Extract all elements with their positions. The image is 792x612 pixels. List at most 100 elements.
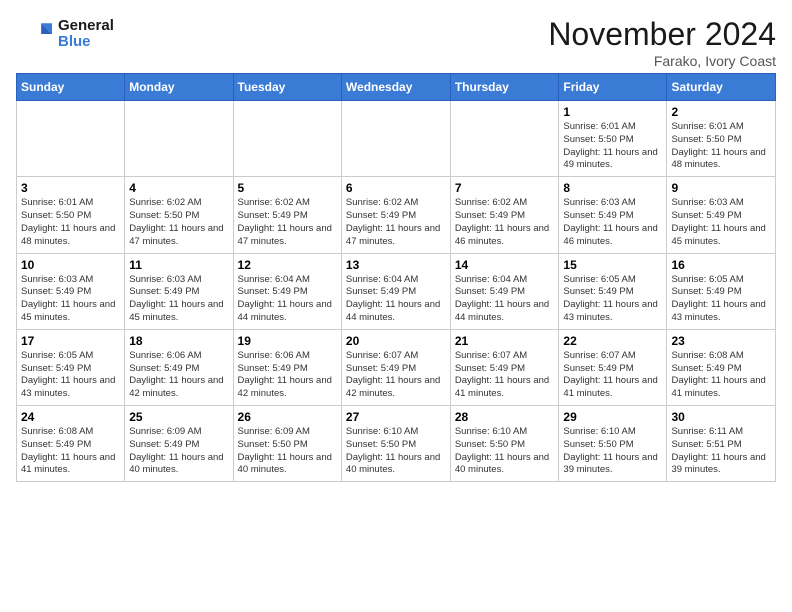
col-header-saturday: Saturday xyxy=(667,74,776,101)
day-info: Sunrise: 6:11 AMSunset: 5:51 PMDaylight:… xyxy=(671,426,771,477)
logo: General Blue xyxy=(16,16,114,52)
day-number: 20 xyxy=(346,334,446,348)
calendar-cell xyxy=(450,101,559,177)
day-number: 15 xyxy=(563,258,662,272)
day-info: Sunrise: 6:04 AMSunset: 5:49 PMDaylight:… xyxy=(238,274,337,325)
calendar-cell xyxy=(233,101,341,177)
day-number: 11 xyxy=(129,258,228,272)
calendar: SundayMondayTuesdayWednesdayThursdayFrid… xyxy=(16,73,776,482)
calendar-week-row: 17Sunrise: 6:05 AMSunset: 5:49 PMDayligh… xyxy=(17,329,776,405)
day-number: 9 xyxy=(671,181,771,195)
day-info: Sunrise: 6:04 AMSunset: 5:49 PMDaylight:… xyxy=(346,274,446,325)
calendar-cell: 7 Sunrise: 6:02 AMSunset: 5:49 PMDaylight… xyxy=(450,177,559,253)
calendar-cell: 15 Sunrise: 6:05 AMSunset: 5:49 PMDayligh… xyxy=(559,253,667,329)
day-number: 5 xyxy=(238,181,337,195)
col-header-friday: Friday xyxy=(559,74,667,101)
day-info: Sunrise: 6:07 AMSunset: 5:49 PMDaylight:… xyxy=(346,350,446,401)
day-number: 22 xyxy=(563,334,662,348)
col-header-thursday: Thursday xyxy=(450,74,559,101)
day-number: 19 xyxy=(238,334,337,348)
calendar-week-row: 1 Sunrise: 6:01 AMSunset: 5:50 PMDaylight… xyxy=(17,101,776,177)
calendar-week-row: 10 Sunrise: 6:03 AMSunset: 5:49 PMDayligh… xyxy=(17,253,776,329)
day-info: Sunrise: 6:01 AMSunset: 5:50 PMDaylight:… xyxy=(671,121,771,172)
day-number: 23 xyxy=(671,334,771,348)
day-number: 29 xyxy=(563,410,662,424)
day-info: Sunrise: 6:02 AMSunset: 5:50 PMDaylight:… xyxy=(129,197,228,248)
day-number: 10 xyxy=(21,258,120,272)
day-number: 4 xyxy=(129,181,228,195)
day-number: 25 xyxy=(129,410,228,424)
day-info: Sunrise: 6:06 AMSunset: 5:49 PMDaylight:… xyxy=(129,350,228,401)
calendar-cell: 28 Sunrise: 6:10 AMSunset: 5:50 PMDayligh… xyxy=(450,406,559,482)
calendar-cell: 26Sunrise: 6:09 AMSunset: 5:50 PMDayligh… xyxy=(233,406,341,482)
day-info: Sunrise: 6:03 AMSunset: 5:49 PMDaylight:… xyxy=(21,274,120,325)
day-info: Sunrise: 6:05 AMSunset: 5:49 PMDaylight:… xyxy=(671,274,771,325)
day-info: Sunrise: 6:04 AMSunset: 5:49 PMDaylight:… xyxy=(455,274,555,325)
day-info: Sunrise: 6:01 AMSunset: 5:50 PMDaylight:… xyxy=(563,121,662,172)
day-info: Sunrise: 6:03 AMSunset: 5:49 PMDaylight:… xyxy=(671,197,771,248)
calendar-week-row: 3Sunrise: 6:01 AMSunset: 5:50 PMDaylight… xyxy=(17,177,776,253)
day-number: 30 xyxy=(671,410,771,424)
calendar-cell: 9 Sunrise: 6:03 AMSunset: 5:49 PMDaylight… xyxy=(667,177,776,253)
calendar-cell: 25 Sunrise: 6:09 AMSunset: 5:49 PMDayligh… xyxy=(125,406,233,482)
day-number: 7 xyxy=(455,181,555,195)
calendar-header-row: SundayMondayTuesdayWednesdayThursdayFrid… xyxy=(17,74,776,101)
day-number: 8 xyxy=(563,181,662,195)
logo-icon xyxy=(16,16,52,52)
day-number: 1 xyxy=(563,105,662,119)
col-header-monday: Monday xyxy=(125,74,233,101)
header: General Blue November 2024 Farako, Ivory… xyxy=(16,16,776,69)
calendar-cell: 5 Sunrise: 6:02 AMSunset: 5:49 PMDaylight… xyxy=(233,177,341,253)
day-number: 12 xyxy=(238,258,337,272)
calendar-cell: 17Sunrise: 6:05 AMSunset: 5:49 PMDayligh… xyxy=(17,329,125,405)
calendar-cell xyxy=(17,101,125,177)
calendar-cell: 1 Sunrise: 6:01 AMSunset: 5:50 PMDaylight… xyxy=(559,101,667,177)
day-number: 24 xyxy=(21,410,120,424)
day-info: Sunrise: 6:07 AMSunset: 5:49 PMDaylight:… xyxy=(455,350,555,401)
day-info: Sunrise: 6:09 AMSunset: 5:50 PMDaylight:… xyxy=(238,426,337,477)
calendar-cell: 19 Sunrise: 6:06 AMSunset: 5:49 PMDayligh… xyxy=(233,329,341,405)
day-number: 16 xyxy=(671,258,771,272)
col-header-sunday: Sunday xyxy=(17,74,125,101)
calendar-week-row: 24Sunrise: 6:08 AMSunset: 5:49 PMDayligh… xyxy=(17,406,776,482)
calendar-cell: 12 Sunrise: 6:04 AMSunset: 5:49 PMDayligh… xyxy=(233,253,341,329)
title-area: November 2024 Farako, Ivory Coast xyxy=(548,16,776,69)
day-info: Sunrise: 6:10 AMSunset: 5:50 PMDaylight:… xyxy=(455,426,555,477)
day-info: Sunrise: 6:07 AMSunset: 5:49 PMDaylight:… xyxy=(563,350,662,401)
logo-text: General Blue xyxy=(58,18,114,51)
day-number: 2 xyxy=(671,105,771,119)
calendar-cell: 29 Sunrise: 6:10 AMSunset: 5:50 PMDayligh… xyxy=(559,406,667,482)
day-info: Sunrise: 6:02 AMSunset: 5:49 PMDaylight:… xyxy=(346,197,446,248)
calendar-cell: 23 Sunrise: 6:08 AMSunset: 5:49 PMDayligh… xyxy=(667,329,776,405)
day-number: 28 xyxy=(455,410,555,424)
day-info: Sunrise: 6:03 AMSunset: 5:49 PMDaylight:… xyxy=(129,274,228,325)
calendar-cell: 10 Sunrise: 6:03 AMSunset: 5:49 PMDayligh… xyxy=(17,253,125,329)
calendar-cell xyxy=(341,101,450,177)
calendar-cell: 30 Sunrise: 6:11 AMSunset: 5:51 PMDayligh… xyxy=(667,406,776,482)
calendar-cell: 8 Sunrise: 6:03 AMSunset: 5:49 PMDaylight… xyxy=(559,177,667,253)
calendar-cell xyxy=(125,101,233,177)
col-header-wednesday: Wednesday xyxy=(341,74,450,101)
calendar-cell: 20 Sunrise: 6:07 AMSunset: 5:49 PMDayligh… xyxy=(341,329,450,405)
calendar-cell: 18 Sunrise: 6:06 AMSunset: 5:49 PMDayligh… xyxy=(125,329,233,405)
day-number: 13 xyxy=(346,258,446,272)
calendar-cell: 6 Sunrise: 6:02 AMSunset: 5:49 PMDaylight… xyxy=(341,177,450,253)
day-number: 6 xyxy=(346,181,446,195)
calendar-cell: 22 Sunrise: 6:07 AMSunset: 5:49 PMDayligh… xyxy=(559,329,667,405)
day-info: Sunrise: 6:03 AMSunset: 5:49 PMDaylight:… xyxy=(563,197,662,248)
day-info: Sunrise: 6:10 AMSunset: 5:50 PMDaylight:… xyxy=(563,426,662,477)
day-info: Sunrise: 6:10 AMSunset: 5:50 PMDaylight:… xyxy=(346,426,446,477)
day-info: Sunrise: 6:09 AMSunset: 5:49 PMDaylight:… xyxy=(129,426,228,477)
location: Farako, Ivory Coast xyxy=(548,53,776,69)
day-number: 18 xyxy=(129,334,228,348)
day-info: Sunrise: 6:02 AMSunset: 5:49 PMDaylight:… xyxy=(455,197,555,248)
day-info: Sunrise: 6:05 AMSunset: 5:49 PMDaylight:… xyxy=(21,350,120,401)
day-info: Sunrise: 6:05 AMSunset: 5:49 PMDaylight:… xyxy=(563,274,662,325)
day-number: 3 xyxy=(21,181,120,195)
calendar-cell: 16 Sunrise: 6:05 AMSunset: 5:49 PMDayligh… xyxy=(667,253,776,329)
calendar-cell: 27Sunrise: 6:10 AMSunset: 5:50 PMDayligh… xyxy=(341,406,450,482)
day-info: Sunrise: 6:02 AMSunset: 5:49 PMDaylight:… xyxy=(238,197,337,248)
day-info: Sunrise: 6:08 AMSunset: 5:49 PMDaylight:… xyxy=(671,350,771,401)
calendar-cell: 13 Sunrise: 6:04 AMSunset: 5:49 PMDayligh… xyxy=(341,253,450,329)
day-info: Sunrise: 6:06 AMSunset: 5:49 PMDaylight:… xyxy=(238,350,337,401)
